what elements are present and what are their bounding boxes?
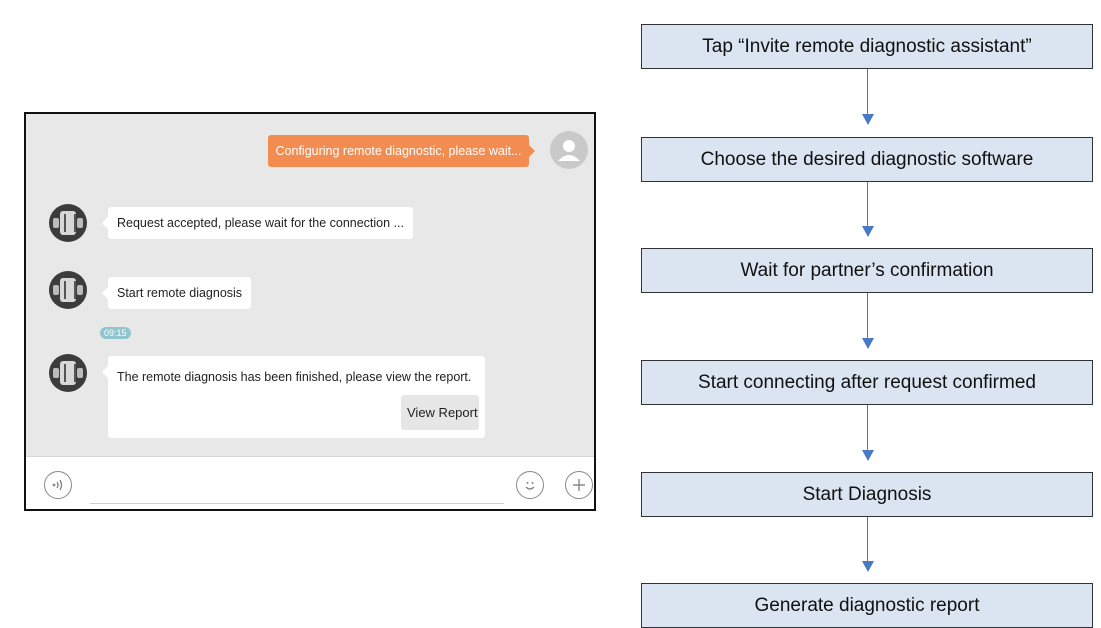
- user-avatar-icon: [550, 131, 588, 169]
- flow-arrow: [867, 293, 868, 338]
- add-icon[interactable]: [565, 471, 593, 499]
- flow-arrow: [867, 69, 868, 114]
- agent-avatar-icon: [49, 271, 87, 309]
- emoji-icon[interactable]: [516, 471, 544, 499]
- outgoing-message: Configuring remote diagnostic, please wa…: [268, 135, 535, 167]
- chat-window: Configuring remote diagnostic, please wa…: [24, 112, 596, 511]
- flow-step-start-connecting: Start connecting after request confirmed: [641, 360, 1093, 405]
- user-silhouette-icon: [558, 140, 580, 161]
- sound-wave-icon: [52, 479, 63, 491]
- agent-avatar-icon: [49, 204, 87, 242]
- message-input[interactable]: [90, 467, 504, 504]
- flow-arrowhead: [862, 114, 874, 125]
- agent-avatar-icon: [49, 354, 87, 392]
- flow-step-choose-software: Choose the desired diagnostic software: [641, 137, 1093, 182]
- view-report-button[interactable]: View Report: [401, 395, 479, 430]
- flow-step-generate-report: Generate diagnostic report: [641, 583, 1093, 628]
- flow-arrow: [867, 517, 868, 561]
- flow-step-wait-confirmation: Wait for partner’s confirmation: [641, 248, 1093, 293]
- flow-arrowhead: [862, 226, 874, 237]
- flow-arrowhead: [862, 561, 874, 572]
- smiley-icon: [525, 482, 535, 490]
- flow-arrowhead: [862, 450, 874, 461]
- plus-icon: [573, 479, 585, 491]
- message-start-remote-diagnosis: Start remote diagnosis: [101, 277, 252, 309]
- flow-arrowhead: [862, 338, 874, 349]
- flow-step-invite: Tap “Invite remote diagnostic assistant”: [641, 24, 1093, 69]
- message-input-bar: [26, 456, 594, 509]
- voice-icon[interactable]: [44, 471, 72, 499]
- flow-arrow: [867, 182, 868, 226]
- message-request-accepted: Request accepted, please wait for the co…: [102, 207, 413, 239]
- message-diagnosis-finished: The remote diagnosis has been finished, …: [102, 356, 485, 438]
- flow-arrow: [867, 405, 868, 450]
- message-text: The remote diagnosis has been finished, …: [117, 370, 472, 384]
- timestamp-badge: 09:15: [100, 327, 131, 339]
- flow-step-start-diagnosis: Start Diagnosis: [641, 472, 1093, 517]
